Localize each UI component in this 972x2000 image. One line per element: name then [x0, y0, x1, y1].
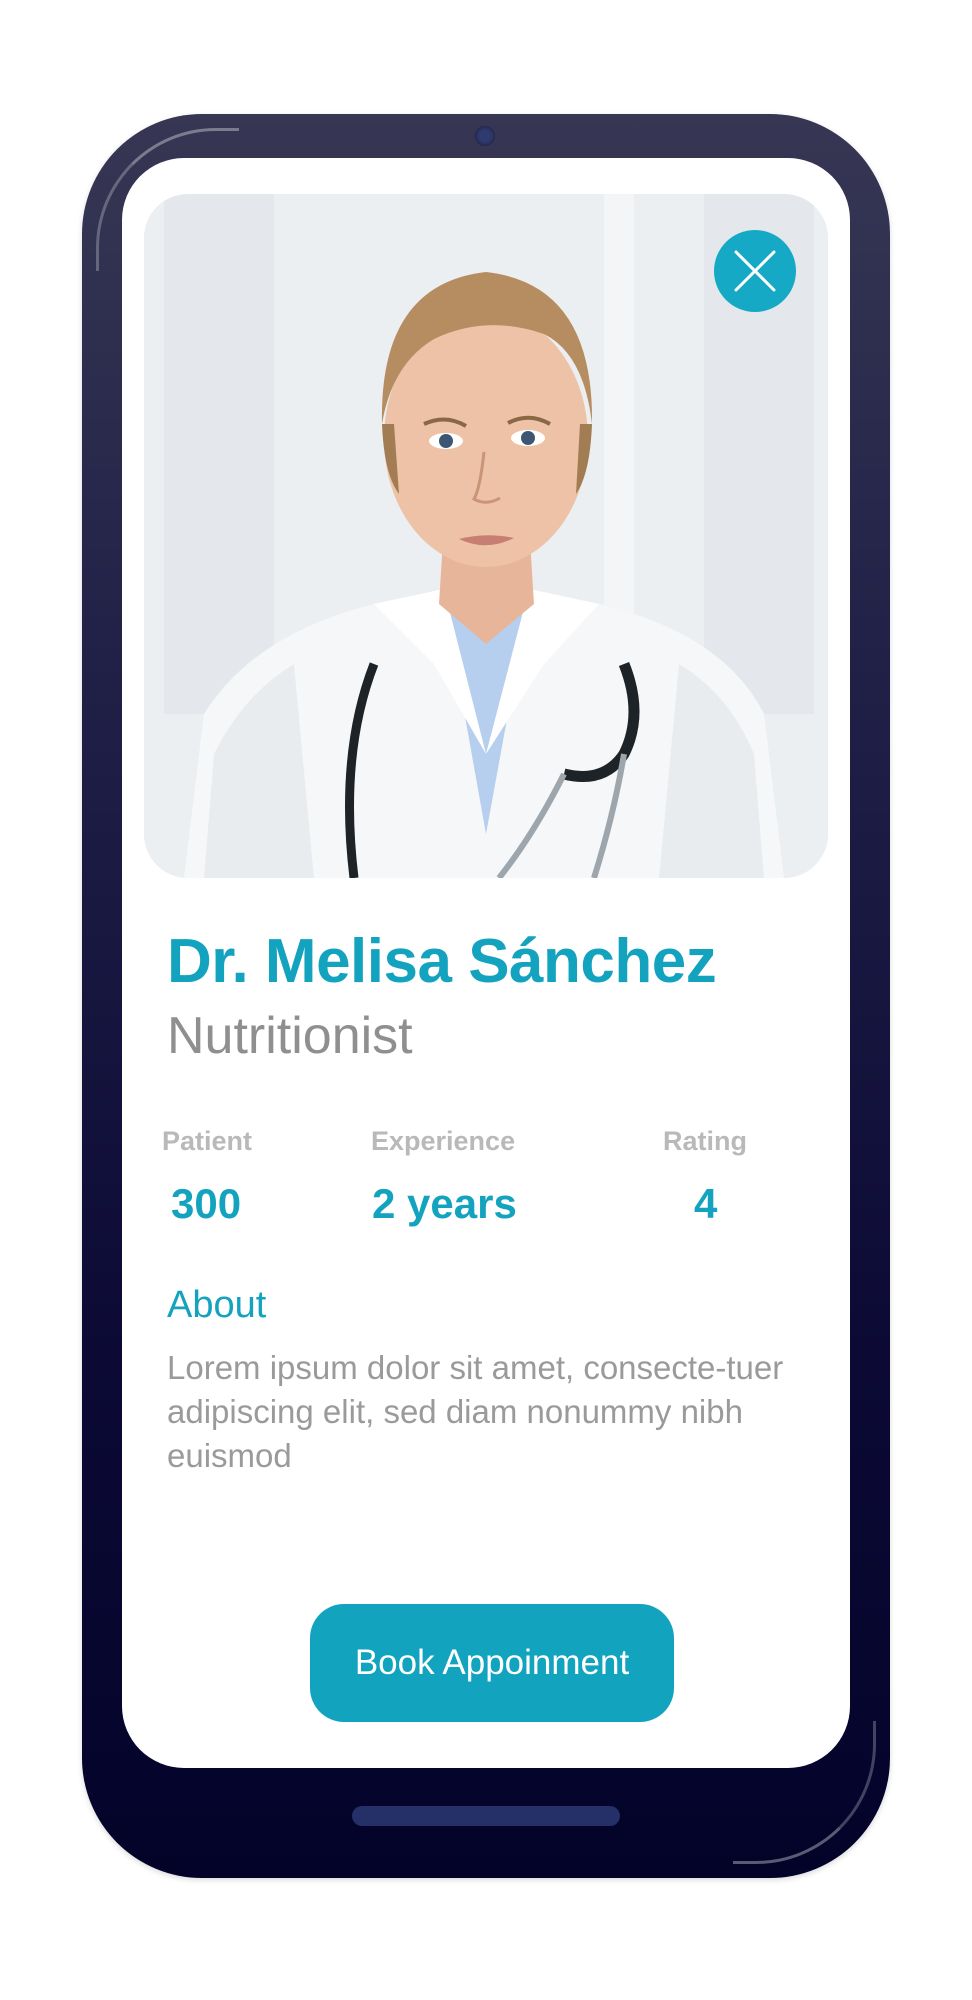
phone-frame: Dr. Melisa Sánchez Nutritionist Patient … [82, 114, 890, 1878]
stat-label-patient: Patient [162, 1126, 253, 1156]
doctor-name: Dr. Melisa Sánchez [167, 927, 717, 996]
about-heading: About [167, 1284, 267, 1326]
stat-value-rating: 4 [694, 1180, 718, 1227]
stat-label-experience: Experience [371, 1126, 516, 1156]
about-text: Lorem ipsum dolor sit amet, consecte-tue… [167, 1349, 784, 1474]
book-appointment-button[interactable]: Book Appoinment [310, 1604, 674, 1722]
doctor-profile-screen: Dr. Melisa Sánchez Nutritionist Patient … [122, 158, 850, 1768]
close-button[interactable] [714, 230, 796, 312]
stat-label-rating: Rating [663, 1126, 747, 1156]
close-icon [734, 250, 776, 292]
home-indicator[interactable] [352, 1806, 620, 1826]
stat-value-experience: 2 years [372, 1180, 517, 1227]
doctor-specialty: Nutritionist [167, 1007, 413, 1065]
doctor-photo [144, 194, 828, 878]
stat-value-patient: 300 [171, 1180, 242, 1227]
front-camera [475, 126, 495, 146]
